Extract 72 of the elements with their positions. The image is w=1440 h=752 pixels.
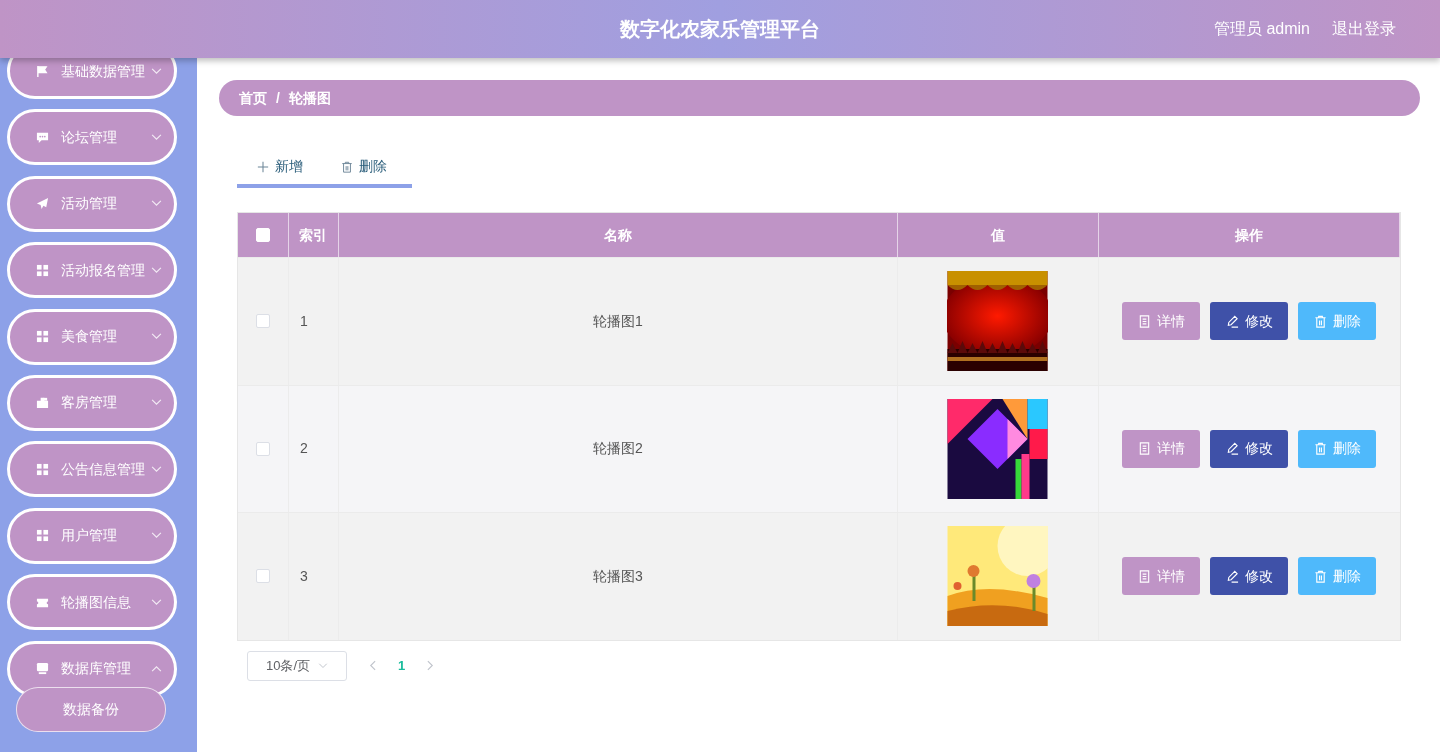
table-cell-text: 2 [299,439,308,459]
chevron-down-icon [151,333,162,341]
document-icon [1137,314,1151,328]
plus-icon [257,160,269,173]
breadcrumb-link[interactable]: 首页 [239,87,267,109]
page-size-select[interactable]: 10条/页 [247,650,347,681]
chevron-down-icon [151,465,162,473]
page-number[interactable]: 1 [398,655,406,676]
logout-link[interactable]: 退出登录 [1332,17,1396,41]
chevron-down-icon [151,399,162,407]
trash-icon [1313,442,1327,456]
trash-icon [341,160,353,173]
app-title: 数字化农家乐管理平台 [619,17,821,42]
grid-icon [36,529,49,543]
row-checkbox[interactable] [255,441,270,456]
trash-icon [1313,314,1327,328]
breadcrumb-link[interactable]: 轮播图 [288,87,331,109]
sidebar-menu-item[interactable]: 活动报名管理 [7,242,177,299]
document-icon [1137,569,1151,583]
chevron-down-icon [151,266,162,274]
pencil-icon [1225,569,1239,583]
sidebar-menu-item[interactable]: 用户管理 [7,507,177,564]
grid-icon [36,330,49,344]
previous-page-icon[interactable] [369,660,376,671]
action-button[interactable]: 详情 [1122,429,1201,468]
pencil-icon [1225,314,1239,328]
table-cell-text: 轮播图2 [592,439,643,459]
monitor-icon [36,662,49,675]
chat-bubble-icon [36,130,49,144]
submenu-item[interactable]: 数据备份 [16,686,166,732]
chevron-down-icon [151,532,162,540]
action-button[interactable]: 修改 [1210,557,1289,596]
row-checkbox[interactable] [255,314,270,329]
sidebar-menu-item[interactable]: 客房管理 [7,374,177,431]
chevron-down-icon [151,133,162,141]
sidebar-menu-item[interactable]: 公告信息管理 [7,441,177,498]
action-button[interactable]: 删除 [1298,429,1377,468]
sidebar-menu-item[interactable]: 活动管理 [7,175,177,232]
row-checkbox[interactable] [255,569,270,584]
next-page-icon[interactable] [427,660,435,671]
flag-icon [36,64,49,78]
breadcrumb-separator: / [276,88,280,108]
briefcase-icon [36,396,49,410]
chevron-down-icon [151,67,162,75]
table-cell-text: 轮播图1 [592,311,643,331]
action-button[interactable]: 修改 [1210,302,1289,341]
table-cell-text: 轮播图3 [592,566,643,586]
action-button[interactable]: 详情 [1122,302,1201,341]
action-button[interactable]: 详情 [1122,557,1201,596]
sidebar-menu-item[interactable]: 基础数据管理 [7,58,177,99]
paper-plane-icon [36,197,49,211]
trash-icon [1313,569,1327,583]
document-icon [1137,442,1151,456]
sidebar-menu-item[interactable]: 论坛管理 [7,109,177,166]
table-cell-text: 1 [299,311,308,331]
pencil-icon [1225,442,1239,456]
action-button[interactable]: 删除 [1298,557,1377,596]
user-label: 管理员 admin [1213,19,1310,39]
select-all-checkbox[interactable] [255,228,270,242]
table-cell-text: 3 [299,566,308,586]
toolbar-button[interactable]: 删除 [341,156,387,177]
chevron-up-icon [151,665,162,672]
grid-icon [36,263,49,277]
action-button[interactable]: 修改 [1210,429,1289,468]
sidebar-menu-item[interactable]: 美食管理 [7,308,177,365]
action-button[interactable]: 删除 [1298,302,1377,341]
sidebar-menu-item[interactable]: 轮播图信息 [7,574,177,631]
toolbar-button[interactable]: 新增 [257,156,303,177]
chevron-down-icon [151,598,162,606]
chevron-down-icon [318,662,328,669]
grid-icon [36,462,49,476]
chevron-down-icon [151,200,162,208]
